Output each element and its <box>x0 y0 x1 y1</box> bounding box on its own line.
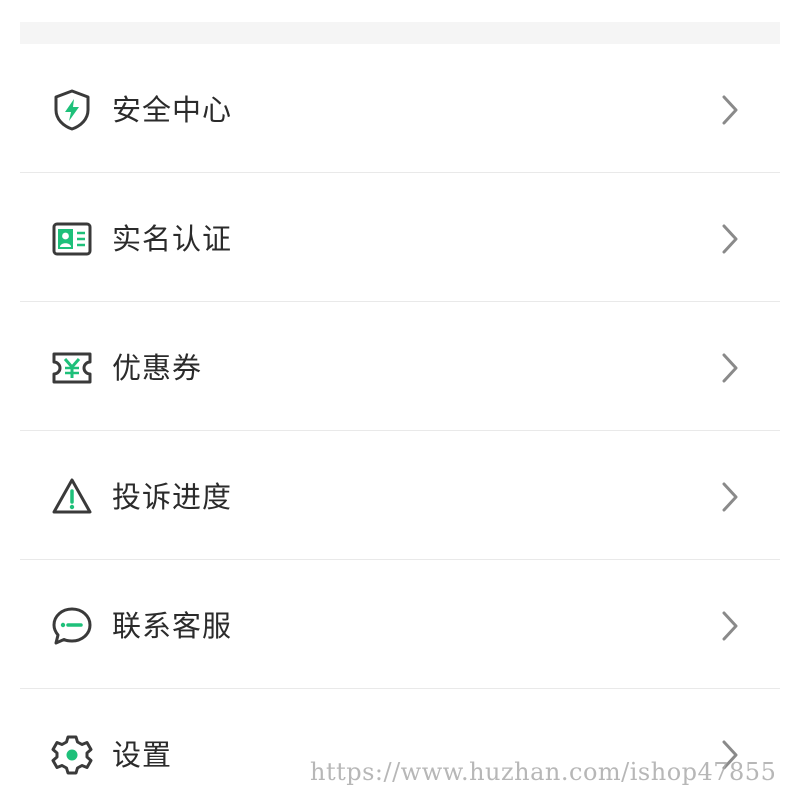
menu-item-real-name-verification[interactable]: 实名认证 <box>20 173 780 302</box>
menu-item-label: 投诉进度 <box>112 480 233 514</box>
menu-item-label: 联系客服 <box>112 609 233 643</box>
gear-icon <box>50 733 94 777</box>
menu-item-coupons[interactable]: 优惠券 <box>20 302 780 431</box>
menu-item-complaint-progress[interactable]: 投诉进度 <box>20 431 780 560</box>
menu-item-contact-support[interactable]: 联系客服 <box>20 560 780 689</box>
chevron-right-icon <box>720 481 740 513</box>
id-card-icon <box>50 217 94 261</box>
menu-item-label: 安全中心 <box>112 93 233 127</box>
top-separator <box>20 22 780 44</box>
chevron-right-icon <box>720 223 740 255</box>
chat-bubble-icon <box>50 604 94 648</box>
menu-item-label: 设置 <box>112 738 173 772</box>
menu-list: 安全中心 实名认证 优惠券 投诉进度 联系客服 设置 <box>20 44 780 800</box>
menu-item-security-center[interactable]: 安全中心 <box>20 44 780 173</box>
warning-triangle-icon <box>50 475 94 519</box>
chevron-right-icon <box>720 352 740 384</box>
chevron-right-icon <box>720 610 740 642</box>
menu-item-label: 实名认证 <box>112 222 233 256</box>
page: 安全中心 实名认证 优惠券 投诉进度 联系客服 设置 https://www.h… <box>0 0 800 800</box>
shield-bolt-icon <box>50 88 94 132</box>
menu-item-label: 优惠券 <box>112 351 203 385</box>
watermark-text: https://www.huzhan.com/ishop47855 <box>310 758 777 786</box>
chevron-right-icon <box>720 94 740 126</box>
coupon-yen-icon <box>50 346 94 390</box>
